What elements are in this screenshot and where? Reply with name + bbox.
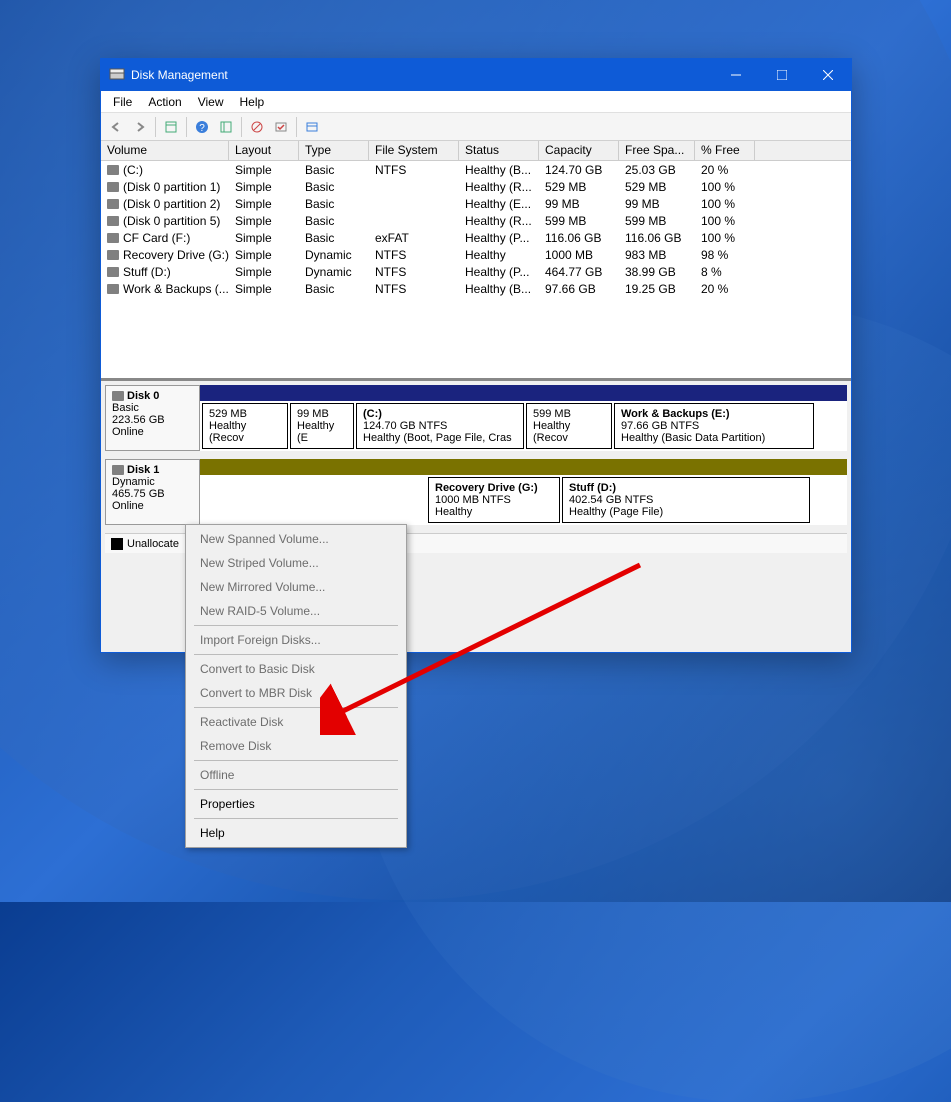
menu-view[interactable]: View: [190, 93, 232, 111]
disk-label[interactable]: Disk 0Basic223.56 GBOnline: [105, 385, 200, 451]
drive-icon: [107, 182, 119, 192]
context-item-new-striped-volume: New Striped Volume...: [186, 551, 406, 575]
volume-row[interactable]: Stuff (D:)SimpleDynamicNTFSHealthy (P...…: [101, 263, 851, 280]
maximize-button[interactable]: [759, 59, 805, 91]
forward-button[interactable]: [129, 116, 151, 138]
volume-list-header: Volume Layout Type File System Status Ca…: [101, 141, 851, 161]
drive-icon: [107, 233, 119, 243]
partition-box[interactable]: Recovery Drive (G:)1000 MB NTFSHealthy: [428, 477, 560, 523]
volume-row[interactable]: CF Card (F:)SimpleBasicexFATHealthy (P..…: [101, 229, 851, 246]
help-button[interactable]: ?: [191, 116, 213, 138]
drive-icon: [107, 284, 119, 294]
disk-icon: [112, 391, 124, 401]
context-menu: New Spanned Volume...New Striped Volume.…: [185, 524, 407, 848]
legend-unallocated: Unallocate: [127, 538, 179, 550]
toolbar: ?: [101, 113, 851, 141]
context-item-properties[interactable]: Properties: [186, 792, 406, 816]
volume-row[interactable]: (Disk 0 partition 5)SimpleBasicHealthy (…: [101, 212, 851, 229]
partition-box[interactable]: Stuff (D:)402.54 GB NTFSHealthy (Page Fi…: [562, 477, 810, 523]
menubar: File Action View Help: [101, 91, 851, 113]
partition-box[interactable]: 99 MBHealthy (E: [290, 403, 354, 449]
partition-box[interactable]: 599 MBHealthy (Recov: [526, 403, 612, 449]
volume-list[interactable]: Volume Layout Type File System Status Ca…: [101, 141, 851, 381]
disk-row: Disk 0Basic223.56 GBOnline529 MBHealthy …: [105, 385, 847, 451]
close-button[interactable]: [805, 59, 851, 91]
minimize-button[interactable]: [713, 59, 759, 91]
drive-icon: [107, 199, 119, 209]
partition-box[interactable]: 529 MBHealthy (Recov: [202, 403, 288, 449]
context-item-new-spanned-volume: New Spanned Volume...: [186, 527, 406, 551]
show-hide-button[interactable]: [160, 116, 182, 138]
disk-header-bar: [200, 459, 847, 475]
context-separator: [194, 818, 398, 819]
volume-row[interactable]: Work & Backups (...SimpleBasicNTFSHealth…: [101, 280, 851, 297]
unallocated-swatch: [111, 538, 123, 550]
disk-header-bar: [200, 385, 847, 401]
context-item-offline: Offline: [186, 763, 406, 787]
menu-help[interactable]: Help: [232, 93, 273, 111]
context-item-new-raid-5-volume: New RAID-5 Volume...: [186, 599, 406, 623]
drive-icon: [107, 216, 119, 226]
context-item-convert-to-basic-disk: Convert to Basic Disk: [186, 657, 406, 681]
col-fs[interactable]: File System: [369, 141, 459, 160]
window-title: Disk Management: [131, 68, 713, 82]
menu-file[interactable]: File: [105, 93, 140, 111]
svg-text:?: ?: [199, 123, 205, 134]
check-button[interactable]: [270, 116, 292, 138]
disk-row: Disk 1Dynamic465.75 GBOnline Recovery Dri…: [105, 459, 847, 525]
volume-row[interactable]: (Disk 0 partition 1)SimpleBasicHealthy (…: [101, 178, 851, 195]
disk-icon: [112, 465, 124, 475]
list-button[interactable]: [301, 116, 323, 138]
context-item-reactivate-disk: Reactivate Disk: [186, 710, 406, 734]
back-button[interactable]: [105, 116, 127, 138]
context-separator: [194, 789, 398, 790]
titlebar[interactable]: Disk Management: [101, 59, 851, 91]
col-status[interactable]: Status: [459, 141, 539, 160]
context-item-import-foreign-disks: Import Foreign Disks...: [186, 628, 406, 652]
volume-row[interactable]: (Disk 0 partition 2)SimpleBasicHealthy (…: [101, 195, 851, 212]
disk-label[interactable]: Disk 1Dynamic465.75 GBOnline: [105, 459, 200, 525]
app-icon: [109, 67, 125, 83]
context-item-remove-disk: Remove Disk: [186, 734, 406, 758]
wizard-button[interactable]: [246, 116, 268, 138]
volume-row[interactable]: Recovery Drive (G:)SimpleDynamicNTFSHeal…: [101, 246, 851, 263]
col-volume[interactable]: Volume: [101, 141, 229, 160]
context-separator: [194, 654, 398, 655]
drive-icon: [107, 165, 119, 175]
partition-box[interactable]: (C:)124.70 GB NTFSHealthy (Boot, Page Fi…: [356, 403, 524, 449]
drive-icon: [107, 250, 119, 260]
settings-button[interactable]: [215, 116, 237, 138]
context-separator: [194, 707, 398, 708]
col-type[interactable]: Type: [299, 141, 369, 160]
partition-box[interactable]: Work & Backups (E:)97.66 GB NTFSHealthy …: [614, 403, 814, 449]
context-separator: [194, 760, 398, 761]
context-item-new-mirrored-volume: New Mirrored Volume...: [186, 575, 406, 599]
col-layout[interactable]: Layout: [229, 141, 299, 160]
context-item-help[interactable]: Help: [186, 821, 406, 845]
col-pct[interactable]: % Free: [695, 141, 755, 160]
context-separator: [194, 625, 398, 626]
col-capacity[interactable]: Capacity: [539, 141, 619, 160]
context-item-convert-to-mbr-disk: Convert to MBR Disk: [186, 681, 406, 705]
col-free[interactable]: Free Spa...: [619, 141, 695, 160]
volume-row[interactable]: (C:)SimpleBasicNTFSHealthy (B...124.70 G…: [101, 161, 851, 178]
drive-icon: [107, 267, 119, 277]
menu-action[interactable]: Action: [140, 93, 189, 111]
